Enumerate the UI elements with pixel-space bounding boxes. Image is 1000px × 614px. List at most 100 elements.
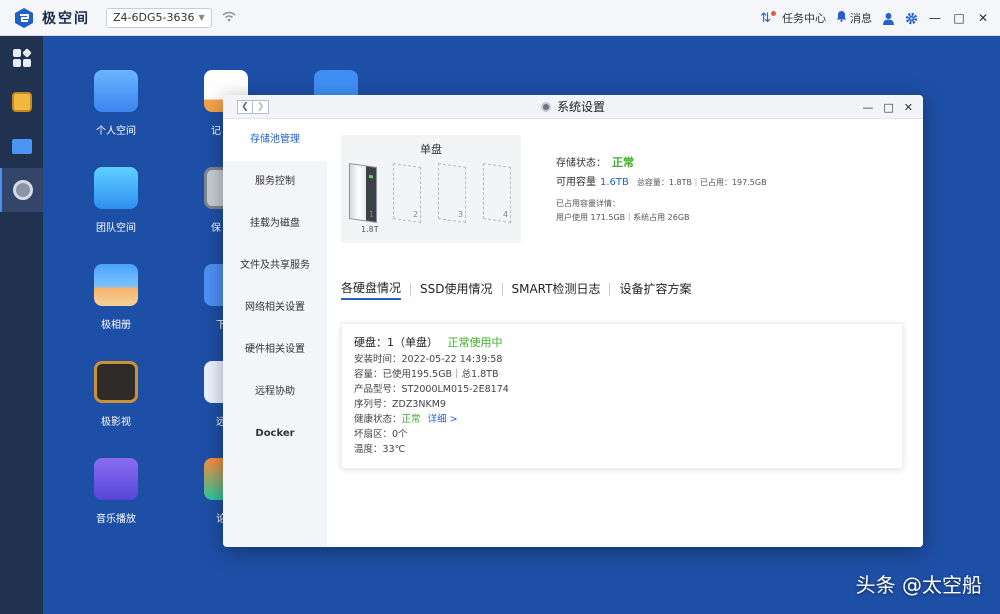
bad-sectors: 坏扇区：0个 <box>354 429 408 440</box>
tab-disk-status[interactable]: 各硬盘情况 <box>341 279 402 300</box>
messages-label: 消息 <box>850 12 872 25</box>
disk-status: 正常使用中 <box>447 336 503 349</box>
storage-status-block: 存储状态： 正常 可用容量 1.6TB 总容量：1.8TB｜已占用：197.5GB 已… <box>556 153 767 225</box>
desktop-icon-label: 极影视 <box>101 417 131 428</box>
tab-smart-log[interactable]: SMART检测日志 <box>512 280 601 299</box>
menu-item-service-control[interactable]: 服务控制 <box>223 161 327 203</box>
health-detail-link[interactable]: 详细 > <box>428 414 458 425</box>
minimize-icon[interactable]: — <box>928 11 942 25</box>
task-center-button[interactable]: ⇅ 任务中心 <box>760 10 826 26</box>
bell-icon <box>836 10 847 26</box>
dock-item-video[interactable] <box>0 80 43 124</box>
menu-item-docker[interactable]: Docker <box>223 413 327 455</box>
settings-icon <box>12 180 33 200</box>
disk-capacity-label: 1.8T <box>361 225 379 234</box>
settings-content: 单盘 1 2 3 4 1.8T 存储状态： 正常 可用容量 1.6TB 总容量：1.8… <box>327 119 923 547</box>
window-title: 系统设置 <box>223 95 923 119</box>
notification-dot <box>771 10 776 16</box>
storage-status-label: 存储状态： <box>556 158 606 169</box>
window-title-text: 系统设置 <box>556 100 605 114</box>
available-capacity-label: 可用容量 <box>556 177 596 188</box>
user-icon[interactable] <box>882 12 895 25</box>
disk-mode-title: 单盘 <box>420 143 442 156</box>
disk-bay-2[interactable]: 2 <box>393 163 421 223</box>
nav-buttons: ❮ ❯ <box>237 100 269 114</box>
close-icon[interactable]: ✕ <box>976 11 990 25</box>
tab-divider <box>410 283 412 296</box>
dock-item-files[interactable] <box>0 124 43 168</box>
storage-status-value: 正常 <box>612 156 634 169</box>
team-folder-icon <box>94 167 138 209</box>
maximize-icon[interactable]: □ <box>952 11 966 25</box>
used-detail-value: 用户使用 171.5GB｜系统占用 26GB <box>556 213 690 222</box>
task-center-label: 任务中心 <box>782 12 826 25</box>
desktop-icon-label: 极相册 <box>101 320 131 331</box>
minimize-icon[interactable]: — <box>862 101 873 114</box>
desktop-icon-label: 个人空间 <box>96 126 136 137</box>
menu-item-mount-disk[interactable]: 挂载为磁盘 <box>223 203 327 245</box>
apps-grid-icon <box>12 48 32 67</box>
maximize-icon[interactable]: □ <box>883 101 893 114</box>
disk-bay-panel: 单盘 1 2 3 4 1.8T <box>341 135 521 243</box>
device-name: Z4-6DG5-3636 <box>113 11 195 24</box>
back-button[interactable]: ❮ <box>237 100 253 114</box>
desktop-icon-video[interactable]: 极影视 <box>76 361 156 428</box>
product-model: 产品型号：ST2000LM015-2E8174 <box>354 384 509 395</box>
disk-tabs: 各硬盘情况 SSD使用情况 SMART检测日志 设备扩容方案 <box>341 279 692 300</box>
desktop-icon-personal-space[interactable]: 个人空间 <box>76 70 156 137</box>
health-value: 正常 <box>401 414 421 425</box>
video-icon <box>94 361 138 403</box>
disk-capacity: 容量：已使用195.5GB｜总1.8TB <box>354 369 499 380</box>
total-used-summary: 总容量：1.8TB｜已占用：197.5GB <box>636 178 767 187</box>
dock-item-apps[interactable] <box>0 36 43 80</box>
folder-icon <box>94 70 138 112</box>
desktop-icon-team-space[interactable]: 团队空间 <box>76 167 156 234</box>
settings-menu: 存储池管理 服务控制 挂载为磁盘 文件及共享服务 网络相关设置 硬件相关设置 远… <box>223 119 327 547</box>
temperature: 温度：33℃ <box>354 444 406 455</box>
tab-divider <box>501 283 503 296</box>
menu-item-storage-pool[interactable]: 存储池管理 <box>223 119 327 161</box>
install-time: 安装时间：2022-05-22 14:39:58 <box>354 354 503 365</box>
chevron-down-icon: ▼ <box>198 13 205 22</box>
bay-number: 2 <box>412 210 418 220</box>
dock-item-settings[interactable] <box>0 168 43 212</box>
top-bar: 极空间 Z4-6DG5-3636 ▼ ⇅ 任务中心 消息 — □ ✕ <box>0 0 1000 36</box>
settings-icon <box>540 102 551 112</box>
desktop-icon-photo-album[interactable]: 极相册 <box>76 264 156 331</box>
desktop-icon-label: 团队空间 <box>96 223 136 234</box>
settings-window: 系统设置 ❮ ❯ — □ ✕ 存储池管理 服务控制 挂载为磁盘 文件及共享服务 … <box>223 95 923 547</box>
serial-number: 序列号：ZDZ3NKM9 <box>354 399 446 410</box>
tab-ssd-usage[interactable]: SSD使用情况 <box>420 280 492 299</box>
desktop-icon-music[interactable]: 音乐播放 <box>76 458 156 525</box>
menu-item-file-sharing[interactable]: 文件及共享服务 <box>223 245 327 287</box>
health-label: 健康状态： <box>354 414 402 425</box>
used-detail-title: 已占用容量详情： <box>556 199 620 208</box>
app-logo: 极空间 <box>14 7 90 29</box>
available-capacity-value: 1.6TB <box>600 177 629 188</box>
tab-divider <box>609 283 611 296</box>
app-name: 极空间 <box>42 10 90 27</box>
disk-info-card: 硬盘：1（单盘） 正常使用中 安装时间：2022-05-22 14:39:58 … <box>341 323 903 469</box>
watermark: 头条 @太空船 <box>855 573 982 597</box>
tab-expansion-plan[interactable]: 设备扩容方案 <box>619 280 691 299</box>
disk-bay-1[interactable]: 1 <box>349 163 377 223</box>
close-icon[interactable]: ✕ <box>904 101 913 114</box>
menu-item-hardware[interactable]: 硬件相关设置 <box>223 329 327 371</box>
forward-button[interactable]: ❯ <box>253 100 269 114</box>
device-select[interactable]: Z4-6DG5-3636 ▼ <box>106 7 212 28</box>
window-title-bar: 系统设置 ❮ ❯ — □ ✕ <box>223 95 923 119</box>
messages-button[interactable]: 消息 <box>836 10 872 26</box>
disk-bay-3[interactable]: 3 <box>438 163 466 223</box>
disk-bay-4[interactable]: 4 <box>483 163 511 223</box>
video-app-icon <box>11 92 32 112</box>
sidebar-dock <box>0 36 43 614</box>
wifi-icon <box>222 11 236 25</box>
menu-item-network[interactable]: 网络相关设置 <box>223 287 327 329</box>
bay-number: 3 <box>457 210 463 220</box>
menu-item-remote-assist[interactable]: 远程协助 <box>223 371 327 413</box>
bay-number: 1 <box>368 210 374 220</box>
disk-title: 硬盘：1（单盘） <box>354 336 438 349</box>
gear-icon[interactable] <box>905 12 918 25</box>
logo-icon <box>14 7 34 29</box>
folder-icon <box>11 138 32 154</box>
